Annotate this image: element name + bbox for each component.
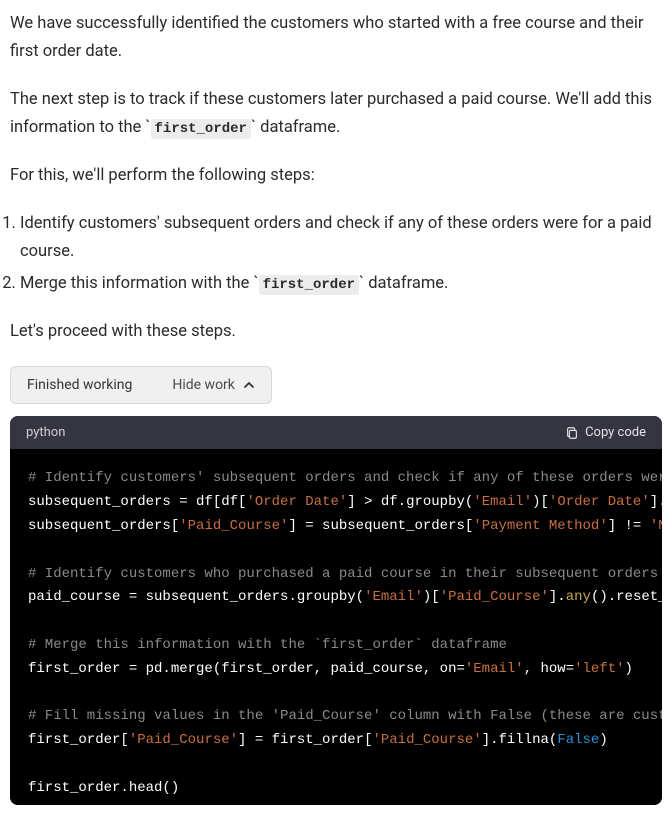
chevron-up-icon [243, 379, 255, 391]
code-language-label: python [26, 425, 65, 440]
steps-list: Identify customers' subsequent orders an… [10, 210, 662, 298]
hide-work-label: Hide work [172, 377, 235, 393]
paragraph-4: Let's proceed with these steps. [10, 318, 662, 346]
inline-code-first-order-2: first_order [259, 275, 359, 295]
step-2-post: dataframe. [364, 274, 448, 293]
copy-code-button[interactable]: Copy code [565, 425, 646, 440]
code-body[interactable]: # Identify customers' subsequent orders … [10, 449, 662, 804]
step-2: Merge this information with the `first_o… [20, 270, 662, 298]
copy-code-label: Copy code [585, 425, 646, 440]
step-1: Identify customers' subsequent orders an… [20, 210, 662, 266]
paragraph-2-post: dataframe. [256, 118, 340, 137]
work-toggle-button[interactable]: Finished working Hide work [10, 366, 272, 404]
paragraph-2: The next step is to track if these custo… [10, 86, 662, 142]
step-2-pre: Merge this information with the [20, 274, 253, 293]
paragraph-1: We have successfully identified the cust… [10, 10, 662, 66]
paragraph-3: For this, we'll perform the following st… [10, 162, 662, 190]
code-block: python Copy code # Identify customers' s… [10, 416, 662, 804]
clipboard-icon [565, 426, 579, 440]
inline-code-first-order: first_order [151, 119, 251, 139]
code-header: python Copy code [10, 416, 662, 449]
work-status-label: Finished working [27, 377, 132, 393]
code-content: # Identify customers' subsequent orders … [28, 467, 662, 800]
